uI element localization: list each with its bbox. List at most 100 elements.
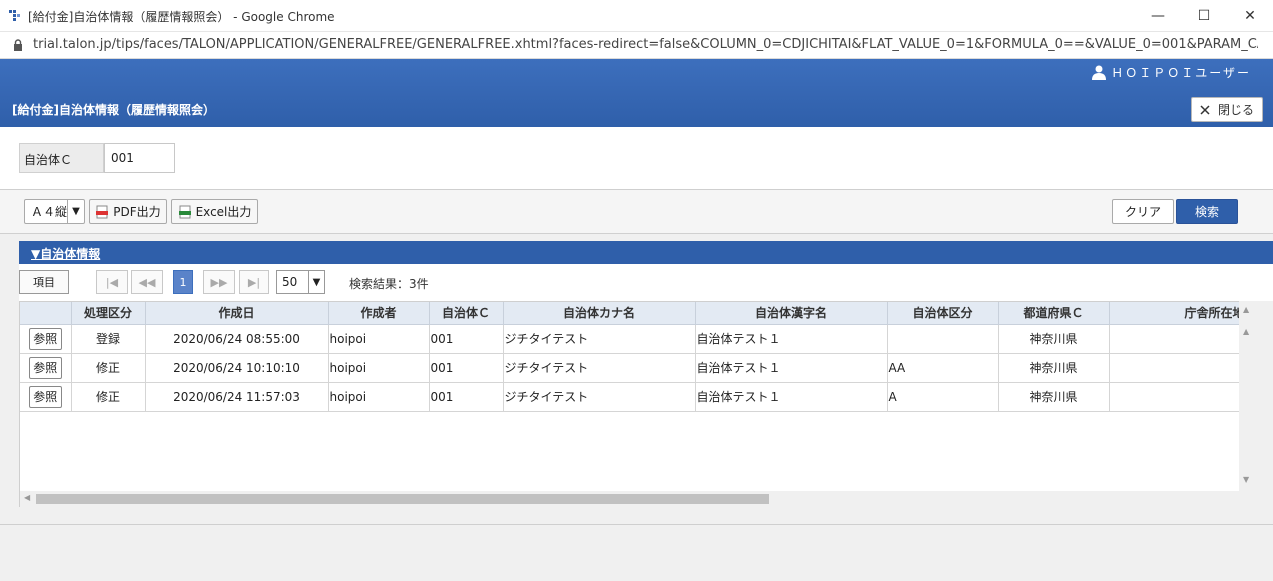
jichitai-code-input[interactable]: 001 [104,143,175,173]
table-row: 参照 修正 2020/06/24 10:10:10 hoipoi 001 ジチタ… [20,353,1250,383]
pdf-export-label: PDF出力 [113,205,161,219]
lock-icon [14,39,22,51]
last-page-icon: ▶| [247,275,261,289]
cell-kana: ジチタイテスト [503,382,696,412]
cell-type: A [887,382,999,412]
column-header[interactable]: 処理区分 [71,302,146,325]
page-size-select[interactable]: 50 ▼ [276,270,325,294]
cell-user: hoipoi [328,382,430,412]
section-header-jichitai[interactable]: ▼自治体情報 [19,241,1273,264]
scrollbar-thumb[interactable] [36,494,769,504]
column-header[interactable]: 自治体漢字名 [695,302,888,325]
column-header[interactable]: 作成日 [145,302,329,325]
next-page-icon: ▶▶ [210,275,228,289]
user-icon [1092,65,1107,80]
close-window-button[interactable]: ✕ [1227,0,1273,32]
horizontal-scrollbar[interactable]: ◀ [20,491,1239,507]
column-header[interactable]: 庁舎所在地 [1109,302,1250,325]
app-icon [9,10,20,21]
column-header[interactable]: 自治体カナ名 [503,302,696,325]
close-page-label: 閉じる [1217,103,1254,117]
cell-type [887,324,999,354]
cell-kanji: 自治体テスト１ [695,382,888,412]
cell-code: 001 [429,353,504,383]
search-button[interactable]: 検索 [1176,199,1238,224]
column-header[interactable]: 都道府県Ｃ [998,302,1110,325]
cell-kanji: 自治体テスト１ [695,353,888,383]
next-page-button[interactable]: ▶▶ [203,270,235,294]
minimize-button[interactable]: — [1135,0,1181,32]
column-header[interactable]: 作成者 [328,302,430,325]
table-row: 参照 修正 2020/06/24 11:57:03 hoipoi 001 ジチタ… [20,382,1250,412]
paper-size-select[interactable]: Ａ４縦 ▼ [24,199,85,224]
table-row: 参照 登録 2020/06/24 08:55:00 hoipoi 001 ジチタ… [20,324,1250,354]
clear-button[interactable]: クリア [1112,199,1174,224]
address-bar[interactable]: trial.talon.jp/tips/faces/TALON/APPLICAT… [0,32,1273,59]
toolbar: Ａ４縦 ▼ PDF出力 Excel出力 クリア 検索 [0,190,1273,234]
page-number-button[interactable]: 1 [173,270,193,294]
cell-kubun: 修正 [71,353,146,383]
paper-size-value: Ａ４縦 [31,205,68,219]
cell-type: AA [887,353,999,383]
cell-addr [1109,382,1250,412]
excel-export-button[interactable]: Excel出力 [171,199,258,224]
url-text: trial.talon.jp/tips/faces/TALON/APPLICAT… [33,37,1258,52]
pdf-export-button[interactable]: PDF出力 [89,199,167,224]
cell-kanji: 自治体テスト１ [695,324,888,354]
cell-addr [1109,324,1250,354]
column-header[interactable]: 自治体Ｃ [429,302,504,325]
cell-user: hoipoi [328,324,430,354]
scroll-left-icon: ◀ [24,493,31,502]
cell-user: hoipoi [328,353,430,383]
column-header [20,302,72,325]
page-title: [給付金]自治体情報（履歴情報照会） [12,103,215,117]
cell-kana: ジチタイテスト [503,324,696,354]
app-header: ＨＯＩＰＯＩユーザー [給付金]自治体情報（履歴情報照会） 閉じる [0,59,1273,127]
scroll-up-icon: ▲ [1243,305,1250,314]
cell-code: 001 [429,324,504,354]
last-page-button[interactable]: ▶| [239,270,269,294]
result-count: 検索結果：3件 [349,277,429,291]
close-page-button[interactable]: 閉じる [1191,97,1263,122]
scroll-down-icon: ▼ [1243,475,1250,484]
divider [0,524,1273,525]
close-icon [1200,104,1210,115]
search-criteria: 自治体Ｃ 001 [0,127,1273,190]
close-icon: ✕ [1244,8,1256,24]
maximize-button[interactable]: ☐ [1181,0,1227,32]
cell-pref: 神奈川県 [998,353,1110,383]
table-header-row: 処理区分 作成日 作成者 自治体Ｃ 自治体カナ名 自治体漢字名 自治体区分 都道… [20,302,1250,325]
cell-pref: 神奈川県 [998,324,1110,354]
window-titlebar: [給付金]自治体情報（履歴情報照会） - Google Chrome — ☐ ✕ [0,0,1273,32]
user-menu[interactable]: ＨＯＩＰＯＩユーザー [1092,64,1251,81]
chevron-down-icon: ▼ [308,271,324,293]
reference-button[interactable]: 参照 [28,356,62,379]
excel-file-icon [178,205,191,218]
jichitai-code-label: 自治体Ｃ [19,143,104,173]
cell-date: 2020/06/24 11:57:03 [145,382,329,412]
cell-pref: 神奈川県 [998,382,1110,412]
grid-pager: 項目 |◀ ◀◀ 1 ▶▶ ▶| 50 ▼ 検索結果：3件 [19,264,1273,301]
first-page-icon: |◀ [105,275,119,289]
window-title: [給付金]自治体情報（履歴情報照会） - Google Chrome [28,10,335,24]
reference-button[interactable]: 参照 [28,327,62,350]
column-header[interactable]: 自治体区分 [887,302,999,325]
cell-kana: ジチタイテスト [503,353,696,383]
reference-button[interactable]: 参照 [28,385,62,408]
history-table: 処理区分 作成日 作成者 自治体Ｃ 自治体カナ名 自治体漢字名 自治体区分 都道… [20,302,1250,412]
cell-date: 2020/06/24 08:55:00 [145,324,329,354]
pdf-file-icon [96,205,109,218]
vertical-scrollbar[interactable]: ▲ ▲ ▼ [1239,301,1256,507]
column-settings-button[interactable]: 項目 [19,270,69,294]
page-size-value: 50 [282,275,298,289]
excel-export-label: Excel出力 [195,205,252,219]
maximize-icon: ☐ [1197,8,1211,24]
prev-page-button[interactable]: ◀◀ [131,270,163,294]
minimize-icon: — [1151,8,1165,24]
scroll-up-icon: ▲ [1243,327,1250,336]
first-page-button[interactable]: |◀ [96,270,128,294]
cell-code: 001 [429,382,504,412]
cell-kubun: 登録 [71,324,146,354]
cell-addr [1109,353,1250,383]
user-name: ＨＯＩＰＯＩユーザー [1111,66,1251,80]
